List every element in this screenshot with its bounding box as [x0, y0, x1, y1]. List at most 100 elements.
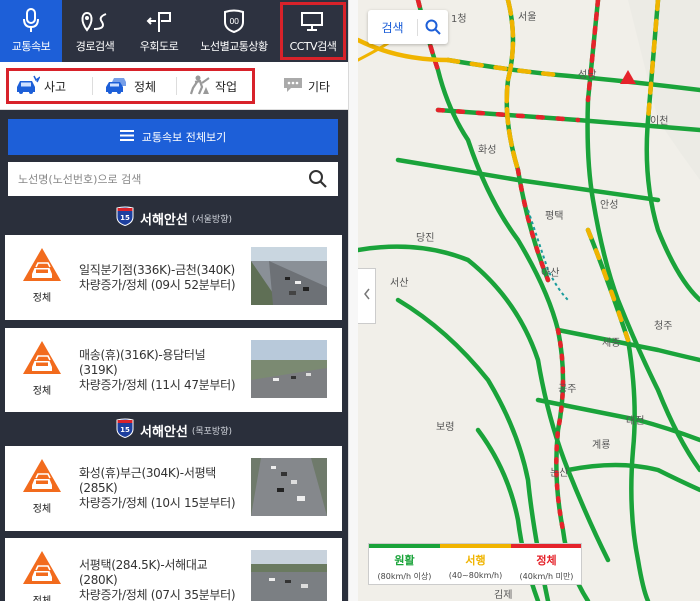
cctv-thumbnail[interactable]: [251, 458, 327, 516]
route-name: 서해안선: [140, 212, 188, 228]
incident-text: 매송(휴)(316K)-용담터널 (319K) 차량증가/정체 (11시 47분…: [79, 348, 249, 393]
route-search-input[interactable]: [18, 172, 298, 186]
status-label: 정체: [32, 504, 52, 515]
incident-detail: 차량증가/정체 (09시 52분부터): [79, 278, 236, 292]
category-roadwork[interactable]: 작업: [189, 71, 237, 101]
search-icon[interactable]: [308, 169, 328, 193]
map-place-label: 평택: [545, 211, 564, 222]
legend-congested: 정체 (40km/h 미만): [511, 548, 582, 582]
category-filter-bar: 사고 정체 작업 기타: [0, 62, 348, 110]
congestion-warning-icon: [22, 458, 62, 498]
route-header: 15 서해안선 (서울방향): [0, 206, 348, 230]
map-place-label: 서산: [390, 278, 409, 289]
tab-cctv-search[interactable]: CCTV검색: [278, 0, 348, 62]
traffic-info-panel: 교통속보 경로검색 우회도로 00 노선별교통상황 CCTV검색 사고 정체 작…: [0, 0, 348, 601]
incident-detail: 차량증가/정체 (07시 35분부터): [79, 588, 236, 601]
map-place-label: 안성: [600, 200, 619, 211]
incident-section: 화성(휴)부근(304K)-서평택: [79, 466, 217, 480]
map-search-label: 검색: [368, 18, 418, 36]
road-network: [358, 0, 700, 601]
route-direction: (목포방향): [191, 426, 232, 437]
incident-section: 일직분기점(336K)-금천(340K): [79, 263, 235, 277]
legend-range: (80km/h 이상): [377, 572, 432, 581]
detour-icon: [145, 8, 173, 34]
legend-label: 정체: [536, 554, 557, 567]
route-name: 서해안선: [140, 424, 188, 440]
map-place-label: 청주: [654, 321, 673, 332]
legend-slow: 서행 (40~80km/h): [440, 548, 511, 580]
route-pin-icon: [80, 8, 110, 34]
tab-label: 교통속보: [11, 40, 51, 53]
search-icon: [418, 19, 448, 35]
incident-card[interactable]: 정체 화성(휴)부근(304K)-서평택 (285K) 차량증가/정체 (10시…: [5, 446, 342, 531]
map-place-label: 당진: [416, 233, 435, 244]
traffic-app: 교통속보 경로검색 우회도로 00 노선별교통상황 CCTV검색 사고 정체 작…: [0, 0, 700, 601]
legend-range: (40km/h 미만): [519, 572, 574, 581]
status-label: 정체: [32, 293, 52, 304]
collapse-panel-button[interactable]: [358, 268, 376, 324]
category-label: 정체: [134, 79, 157, 94]
map-place-label: 세종: [602, 338, 621, 349]
hamburger-icon: [119, 130, 134, 144]
cctv-thumbnail[interactable]: [251, 550, 327, 601]
congestion-warning-icon: [22, 247, 62, 287]
highway-shield-icon: 15: [116, 206, 134, 230]
congestion-status: 정체: [19, 340, 65, 400]
incident-card[interactable]: 정체 매송(휴)(316K)-용담터널 (319K) 차량증가/정체 (11시 …: [5, 328, 342, 412]
category-divider: [92, 77, 93, 95]
microphone-icon: [22, 8, 40, 34]
cctv-thumbnail[interactable]: [251, 247, 327, 305]
tab-route-search[interactable]: 경로검색: [62, 0, 128, 62]
incident-section-end: (319K): [79, 363, 118, 377]
category-label: 작업: [215, 79, 238, 94]
congestion-status: 정체: [19, 458, 65, 518]
congestion-warning-icon: [22, 550, 62, 590]
map-place-label: 계룡: [592, 440, 611, 451]
panel-divider: [348, 0, 358, 601]
tab-label: 경로검색: [75, 40, 115, 53]
chevron-left-icon: [363, 288, 371, 304]
legend-label: 원활: [394, 554, 415, 567]
svg-text:00: 00: [229, 17, 239, 26]
view-all-button[interactable]: 교통속보 전체보기: [8, 119, 338, 155]
tab-detour[interactable]: 우회도로: [128, 0, 190, 62]
highway-shield-icon: 00: [223, 8, 245, 34]
congestion-status: 정체: [19, 550, 65, 601]
map-place-label: 화성: [478, 145, 497, 156]
tab-traffic-news[interactable]: 교통속보: [0, 0, 62, 62]
congestion-warning-icon: [22, 340, 62, 380]
map-place-label: 성남: [578, 70, 597, 81]
tab-route-traffic[interactable]: 00 노선별교통상황: [190, 0, 278, 62]
category-etc[interactable]: 기타: [282, 71, 330, 101]
tab-label: 노선별교통상황: [200, 40, 268, 53]
congestion-status: 정체: [19, 247, 65, 307]
map-search-button[interactable]: 검색: [368, 10, 448, 44]
category-accident[interactable]: 사고: [14, 71, 66, 101]
category-congestion[interactable]: 정체: [104, 71, 156, 101]
incident-text: 일직분기점(336K)-금천(340K) 차량증가/정체 (09시 52분부터): [79, 263, 249, 293]
status-label: 정체: [33, 592, 51, 601]
map-place-label: 김제: [494, 590, 513, 601]
incident-section: 매송(휴)(316K)-용담터널: [79, 348, 206, 362]
incident-text: 화성(휴)부근(304K)-서평택 (285K) 차량증가/정체 (10시 15…: [79, 466, 249, 511]
incident-card[interactable]: 정체 서평택(284.5K)-서해대교 (280K) 차량증가/정체 (07시 …: [5, 538, 342, 601]
map-place-label: 서울: [518, 12, 537, 23]
traffic-map[interactable]: 1청 서울 성남 이천 화성 안성 평택 당진 서산 아산 세종 청주 공주 대…: [358, 0, 700, 601]
legend-range: (40~80km/h): [448, 571, 503, 580]
svg-text:15: 15: [120, 426, 130, 434]
map-place-label: 논산: [550, 468, 569, 479]
legend-label: 서행: [465, 554, 486, 567]
map-place-label: 공주: [558, 384, 577, 395]
legend-smooth: 원활 (80km/h 이상): [369, 548, 440, 582]
congestion-car-icon: [104, 75, 134, 98]
speech-bubble-icon: [282, 76, 308, 97]
cctv-thumbnail[interactable]: [251, 340, 327, 398]
category-label: 사고: [44, 79, 67, 94]
incident-detail: 차량증가/정체 (10시 15분부터): [79, 496, 236, 510]
category-divider: [176, 77, 177, 95]
incident-section-end: (280K): [79, 573, 118, 587]
main-nav: 교통속보 경로검색 우회도로 00 노선별교통상황 CCTV검색: [0, 0, 348, 62]
route-direction: (서울방향): [191, 214, 232, 225]
map-place-label: 보령: [436, 422, 455, 433]
incident-card[interactable]: 정체 일직분기점(336K)-금천(340K) 차량증가/정체 (09시 52분…: [5, 235, 342, 320]
